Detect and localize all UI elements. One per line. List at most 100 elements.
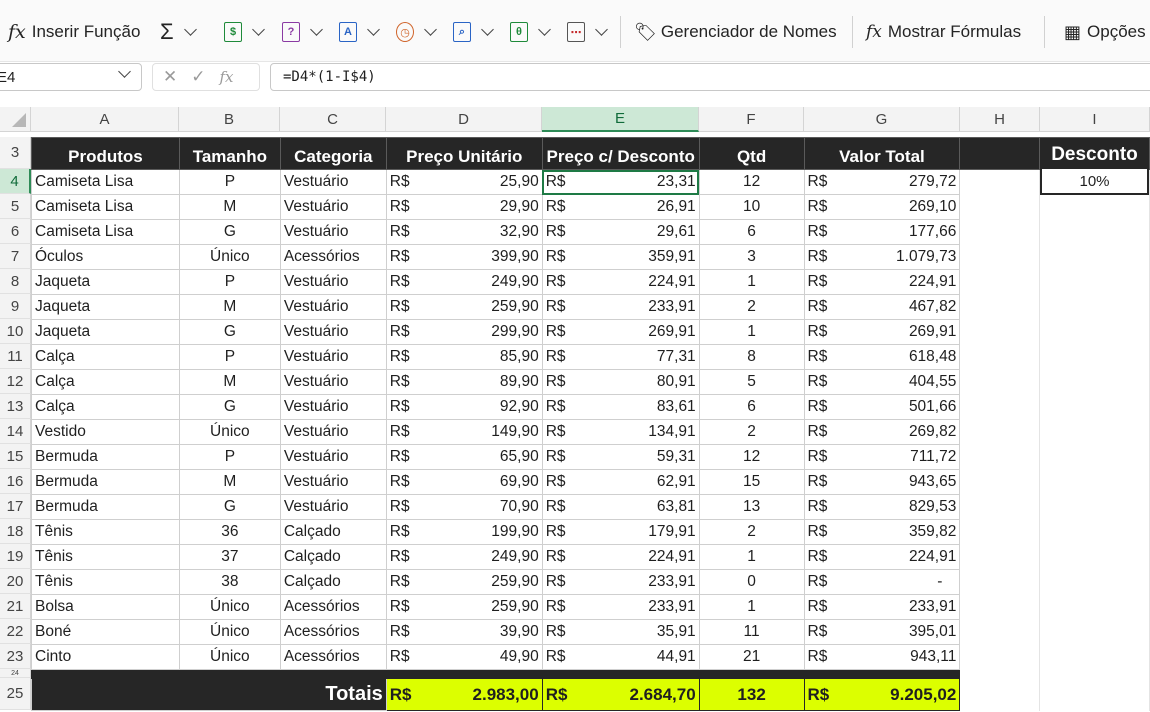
discounted-price-cell[interactable]: R$ 134,91 <box>541 419 700 445</box>
unit-price-cell[interactable]: R$ 259,90 <box>385 294 543 320</box>
unit-price-cell[interactable]: R$ 89,90 <box>385 369 543 395</box>
row-header-25[interactable]: 25 <box>0 678 31 710</box>
math-functions-button[interactable]: θ <box>510 15 551 49</box>
product-cell[interactable]: Óculos <box>31 244 180 270</box>
empty-cell[interactable] <box>959 444 1041 470</box>
category-cell[interactable]: Vestuário <box>279 319 387 345</box>
category-cell[interactable]: Vestuário <box>279 269 387 295</box>
discounted-price-cell[interactable]: R$ 233,91 <box>541 594 700 620</box>
quantity-cell[interactable]: 0 <box>698 569 805 595</box>
quantity-cell[interactable]: 11 <box>698 619 805 645</box>
quantity-cell[interactable]: 21 <box>698 644 805 670</box>
quantity-cell[interactable]: 15 <box>698 469 805 495</box>
quantity-cell[interactable]: 12 <box>698 444 805 470</box>
category-cell[interactable]: Acessórios <box>279 619 387 645</box>
empty-cell[interactable] <box>959 644 1041 670</box>
row-header-10[interactable]: 10 <box>0 319 31 344</box>
row-header-19[interactable]: 19 <box>0 544 31 569</box>
total-value-cell[interactable]: R$ 269,10 <box>803 194 961 220</box>
total-value-cell[interactable]: R$ 359,82 <box>803 519 961 545</box>
size-cell[interactable]: Único <box>178 644 281 670</box>
empty-cell[interactable] <box>1039 394 1150 420</box>
row-header-5[interactable]: 5 <box>0 194 31 219</box>
discounted-price-cell[interactable]: R$ 35,91 <box>541 619 700 645</box>
row-header-9[interactable]: 9 <box>0 294 31 319</box>
discounted-price-cell[interactable]: R$ 224,91 <box>541 544 700 570</box>
total-value-cell[interactable]: R$ 467,82 <box>803 294 961 320</box>
row-header-22[interactable]: 22 <box>0 619 31 644</box>
discounted-price-cell[interactable]: R$ 44,91 <box>541 644 700 670</box>
total-value-cell[interactable]: R$ 9.205,02 <box>803 678 961 711</box>
quantity-cell[interactable]: 1 <box>698 319 805 345</box>
insert-function-button[interactable]: fx Inserir Função <box>8 15 140 49</box>
quantity-cell[interactable]: 2 <box>698 294 805 320</box>
empty-cell[interactable] <box>959 319 1041 345</box>
empty-cell[interactable] <box>1039 219 1150 245</box>
unit-price-cell[interactable]: R$ 249,90 <box>385 544 543 570</box>
empty-cell[interactable] <box>1039 678 1150 711</box>
size-cell[interactable]: P <box>178 269 281 295</box>
empty-cell[interactable] <box>959 137 1041 170</box>
row-header-4[interactable]: 4 <box>0 169 31 194</box>
formula-input[interactable]: =D4*(1-I$4) <box>270 63 1150 91</box>
text-functions-button[interactable]: A <box>339 15 380 49</box>
discount-value-cell[interactable]: 10% <box>1040 169 1149 195</box>
empty-cell[interactable] <box>1039 294 1150 320</box>
column-header-f[interactable]: F <box>699 107 804 132</box>
product-cell[interactable]: Calça <box>31 369 180 395</box>
empty-cell[interactable] <box>959 569 1041 595</box>
total-value-cell[interactable]: R$ 395,01 <box>803 619 961 645</box>
product-cell[interactable]: Tênis <box>31 519 180 545</box>
column-header-b[interactable]: B <box>179 107 280 132</box>
empty-cell[interactable] <box>959 594 1041 620</box>
quantity-cell[interactable]: 10 <box>698 194 805 220</box>
empty-cell[interactable] <box>959 544 1041 570</box>
show-formulas-button[interactable]: fx Mostrar Fórmulas <box>866 15 1021 49</box>
discounted-price-cell[interactable]: R$ 62,91 <box>541 469 700 495</box>
totals-label[interactable]: Totais <box>31 678 387 711</box>
unit-price-cell[interactable]: R$ 65,90 <box>385 444 543 470</box>
total-value-cell[interactable]: R$ 501,66 <box>803 394 961 420</box>
total-quantity-cell[interactable]: 132 <box>698 678 805 711</box>
discounted-price-cell[interactable]: R$ 269,91 <box>541 319 700 345</box>
discounted-price-cell[interactable]: R$ 59,31 <box>541 444 700 470</box>
empty-cell[interactable] <box>959 369 1041 395</box>
total-value-cell[interactable]: R$ 177,66 <box>803 219 961 245</box>
empty-cell[interactable] <box>959 669 1041 679</box>
unit-price-cell[interactable]: R$ 92,90 <box>385 394 543 420</box>
product-cell[interactable]: Bermuda <box>31 469 180 495</box>
quantity-cell[interactable]: 1 <box>698 544 805 570</box>
empty-cell[interactable] <box>1039 594 1150 620</box>
category-cell[interactable]: Vestuário <box>279 169 387 195</box>
size-cell[interactable]: M <box>178 294 281 320</box>
size-cell[interactable]: Único <box>178 244 281 270</box>
select-all-corner[interactable] <box>0 107 31 132</box>
product-cell[interactable]: Calça <box>31 344 180 370</box>
category-cell[interactable]: Vestuário <box>279 444 387 470</box>
empty-cell[interactable] <box>1039 669 1150 679</box>
product-cell[interactable]: Vestido <box>31 419 180 445</box>
total-value-cell[interactable]: R$ 279,72 <box>803 169 961 195</box>
empty-cell[interactable] <box>959 419 1041 445</box>
empty-cell[interactable] <box>959 678 1041 711</box>
unit-price-cell[interactable]: R$ 149,90 <box>385 419 543 445</box>
quantity-cell[interactable]: 1 <box>698 594 805 620</box>
product-cell[interactable]: Cinto <box>31 644 180 670</box>
quantity-cell[interactable]: 1 <box>698 269 805 295</box>
empty-cell[interactable] <box>959 169 1041 195</box>
quantity-cell[interactable]: 8 <box>698 344 805 370</box>
category-cell[interactable]: Calçado <box>279 519 387 545</box>
empty-cell[interactable] <box>1039 419 1150 445</box>
total-value-cell[interactable]: R$ 233,91 <box>803 594 961 620</box>
empty-cell[interactable] <box>1039 544 1150 570</box>
category-cell[interactable]: Calçado <box>279 569 387 595</box>
row-header-21[interactable]: 21 <box>0 594 31 619</box>
empty-cell[interactable] <box>1039 444 1150 470</box>
row-header-24[interactable]: 24 <box>0 669 31 678</box>
column-header-c[interactable]: C <box>280 107 386 132</box>
product-cell[interactable]: Jaqueta <box>31 294 180 320</box>
empty-cell[interactable] <box>959 619 1041 645</box>
total-unit-price-cell[interactable]: R$ 2.983,00 <box>385 678 543 711</box>
unit-price-cell[interactable]: R$ 249,90 <box>385 269 543 295</box>
product-cell[interactable]: Tênis <box>31 569 180 595</box>
